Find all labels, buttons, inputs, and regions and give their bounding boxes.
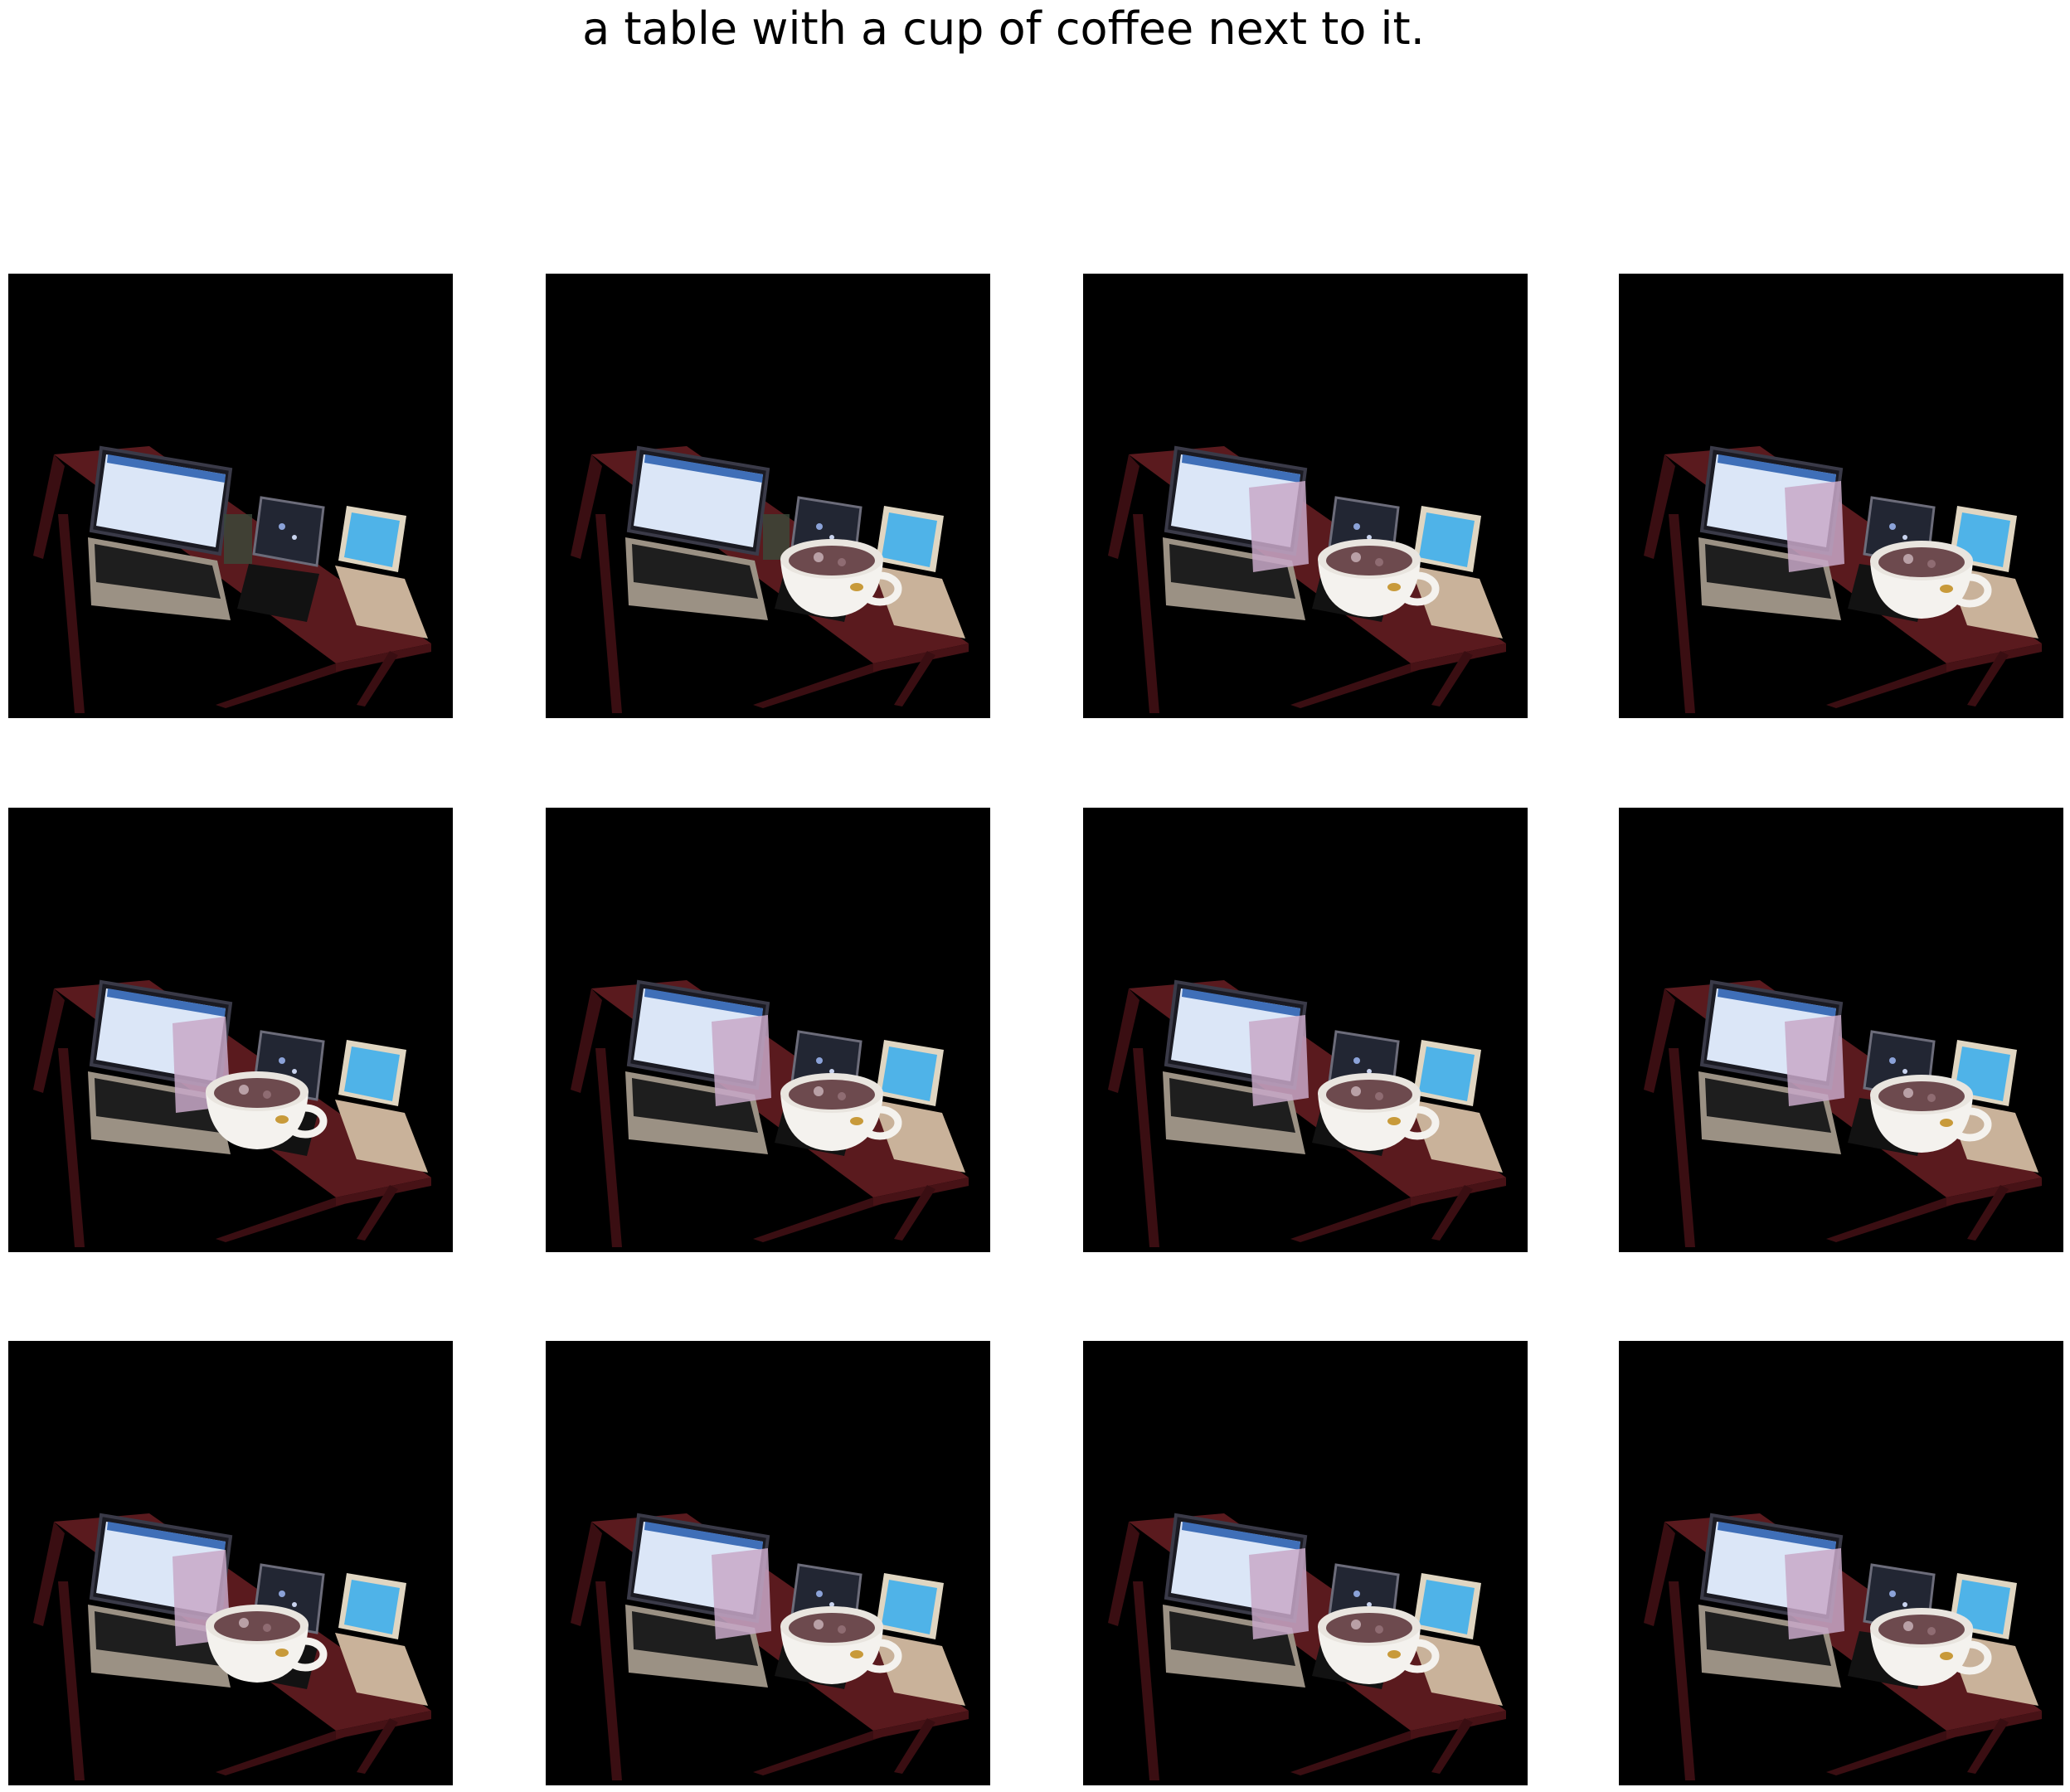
laptop: [88, 445, 233, 620]
image-panel: [1083, 1341, 1528, 1785]
image-panel: [546, 808, 990, 1252]
image-panel: [1619, 1341, 2063, 1785]
image-panel: [546, 274, 990, 718]
image-panel: [1083, 808, 1528, 1252]
image-panel: [8, 1341, 453, 1785]
image-panel: [1083, 274, 1528, 718]
image-panel: [1619, 274, 2063, 718]
image-panel: [8, 808, 453, 1252]
image-panel: [1619, 808, 2063, 1252]
image-panel: [8, 274, 453, 718]
laptop: [625, 445, 770, 620]
image-panel: [546, 1341, 990, 1785]
figure-title: a table with a cup of coffee next to it.: [582, 2, 1425, 55]
